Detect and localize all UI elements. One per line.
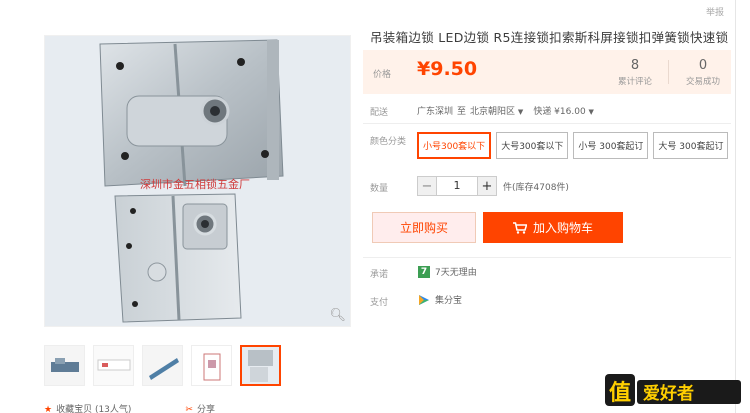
promise-label: 承诺 [370,270,389,280]
payment-label: 支付 [370,298,389,308]
hinge-illustration: 深圳市金五相锁五金厂 [45,36,350,326]
svg-text:爱好者: 爱好者 [643,383,694,404]
buy-now-button[interactable]: 立即购买 [372,212,476,243]
ship-to-select[interactable]: 北京朝阳区 ▼ [470,104,523,117]
right-divider [735,0,736,413]
favorite-label: 收藏宝贝 (13人气) [56,405,132,413]
thumbnail-strip [44,345,281,387]
sales-count-stat: 0 交易成功 [675,58,731,87]
sales-count-label: 交易成功 [685,77,720,87]
review-count-label: 累计评论 [617,77,652,87]
jifenbao-icon [419,294,429,305]
product-title: 吊装箱边锁 LED边锁 R5连接锁扣索斯科屏接锁扣弹簧锁快速锁 [370,30,729,45]
shipping-info: 广东深圳 至 北京朝阳区 ▼ 快递 ¥16.00 ▼ [417,104,594,117]
price-value: ¥9.50 [417,58,478,80]
color-option-2[interactable]: 大号300套以下 [496,132,569,159]
payment-info[interactable]: 集分宝 [418,293,462,306]
section-divider [363,257,731,258]
price-box: 价格 ¥9.50 8 累计评论 0 交易成功 [363,50,731,94]
share-action[interactable]: ✂ 分享 [185,402,215,413]
ship-from: 广东深圳 [417,107,454,117]
promise-text: 7天无理由 [435,268,477,278]
thumbnail-2[interactable] [93,345,134,386]
quantity-label: 数量 [370,184,389,194]
quantity-decrease-button[interactable]: − [417,176,437,196]
zoom-icon[interactable]: 🔍︎ [329,308,346,323]
top-bar: 举报 [0,0,750,22]
ship-to: 北京朝阳区 [470,107,516,117]
review-count: 8 [630,58,640,73]
section-divider [363,123,731,124]
thumbnail-3[interactable] [142,345,183,386]
add-to-cart-label: 加入购物车 [532,221,593,235]
ship-to-word: 至 [457,107,467,117]
ship-method-select[interactable]: 快递 ¥16.00 ▼ [533,104,594,117]
main-product-image[interactable]: 深圳市金五相锁五金厂 🔍︎ [44,35,351,327]
quantity-increase-button[interactable]: + [477,176,497,196]
report-link[interactable]: 举报 [706,5,724,18]
share-label: 分享 [196,405,215,413]
chevron-down-icon: ▼ [517,108,524,116]
share-icon: ✂ [185,405,193,413]
logo-graphic: 值 爱好者 [605,374,741,406]
promise-info[interactable]: 7 7天无理由 [418,265,477,278]
smzdm-logo: 值 爱好者 [603,370,743,410]
thumbnail-5-selected[interactable] [240,345,281,386]
price-label: 价格 [373,70,392,80]
favorite-action[interactable]: ★ 收藏宝贝 (13人气) [44,402,131,413]
seven-day-icon: 7 [418,265,430,278]
color-option-4[interactable]: 大号 300套起订 [653,132,729,159]
color-options: 小号300套以下 大号300套以下 小号 300套起订 大号 300套起订 [417,132,729,159]
watermark-text: 深圳市金五相锁五金厂 [140,177,250,191]
add-to-cart-button[interactable]: 加入购物车 [483,212,623,243]
thumbnail-1[interactable] [44,345,85,386]
color-option-3[interactable]: 小号 300套起订 [573,132,649,159]
stat-divider [668,60,669,84]
star-icon: ★ [44,405,53,413]
sales-count: 0 [698,58,708,73]
quantity-input[interactable]: 1 [437,176,477,196]
review-count-stat[interactable]: 8 累计评论 [607,58,663,87]
color-label: 颜色分类 [370,137,407,147]
image-actions: ★ 收藏宝贝 (13人气) ✂ 分享 [44,402,215,413]
chevron-down-icon: ▼ [588,108,594,116]
cart-icon [512,221,527,234]
payment-text: 集分宝 [435,296,463,306]
quantity-stepper: − 1 + 件(库存4708件) [417,176,569,196]
thumbnail-4[interactable] [191,345,232,386]
ship-method: 快递 ¥16.00 [533,107,586,117]
stock-text: 件(库存4708件) [503,182,569,193]
shipping-label: 配送 [370,108,389,118]
svg-text:值: 值 [609,380,631,406]
color-option-1[interactable]: 小号300套以下 [417,132,492,159]
